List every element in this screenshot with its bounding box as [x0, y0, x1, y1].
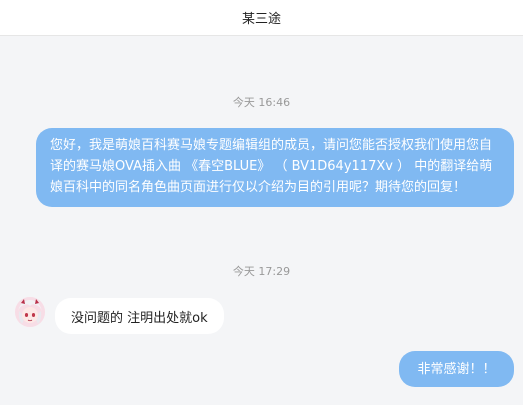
outgoing-message[interactable]: 非常感谢！！	[399, 351, 514, 387]
avatar[interactable]	[15, 297, 45, 327]
incoming-message[interactable]: 没问题的 注明出处就ok	[55, 298, 224, 334]
message-list[interactable]: 今天 16:46 您好，我是萌娘百科赛马娘专题编辑组的成员，请问您能否授权我们使…	[0, 37, 523, 405]
avatar-image	[15, 297, 45, 327]
contact-name: 某三途	[241, 12, 281, 27]
outgoing-message[interactable]: 您好，我是萌娘百科赛马娘专题编辑组的成员，请问您能否授权我们使用您自译的赛马娘O…	[36, 128, 514, 207]
chat-header: 某三途	[0, 0, 523, 36]
timestamp: 今天 16:46	[232, 96, 291, 109]
timestamp: 今天 17:29	[232, 265, 291, 278]
